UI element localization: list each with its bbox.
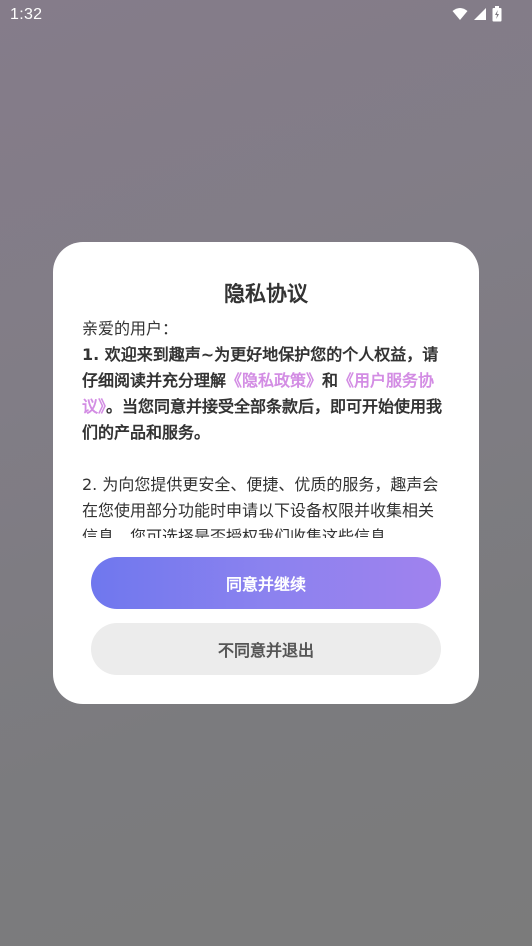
para1-suffix: 。当您同意并接受全部条款后，即可开始使用我们的产品和服务。 [82, 397, 443, 442]
status-bar: 1:32 [0, 0, 532, 30]
greeting-text: 亲爱的用户： [82, 319, 179, 338]
agreement-paragraph-2: 2. 为向您提供更安全、便捷、优质的服务，趣声会在您使用部分功能时申请以下设备权… [82, 475, 439, 538]
dialog-title: 隐私协议 [224, 282, 308, 306]
privacy-dialog: 隐私协议 亲爱的用户： 1. 欢迎来到趣声~为更好地保护您的个人权益，请仔细阅读… [53, 242, 479, 704]
decline-exit-button[interactable]: 不同意并退出 [91, 623, 441, 675]
battery-icon [492, 6, 502, 22]
agreement-paragraph-1: 1. 欢迎来到趣声~为更好地保护您的个人权益，请仔细阅读并充分理解《隐私政策》和… [82, 342, 448, 446]
wifi-icon [452, 8, 468, 20]
agree-continue-button[interactable]: 同意并继续 [91, 557, 441, 609]
status-time: 1:32 [10, 6, 43, 23]
status-icons [452, 6, 502, 22]
and-text: 和 [322, 371, 339, 390]
privacy-policy-link[interactable]: 《隐私政策》 [226, 371, 322, 390]
signal-icon [474, 8, 486, 20]
dialog-body-scroll[interactable]: 亲爱的用户： 1. 欢迎来到趣声~为更好地保护您的个人权益，请仔细阅读并充分理解… [82, 316, 448, 538]
